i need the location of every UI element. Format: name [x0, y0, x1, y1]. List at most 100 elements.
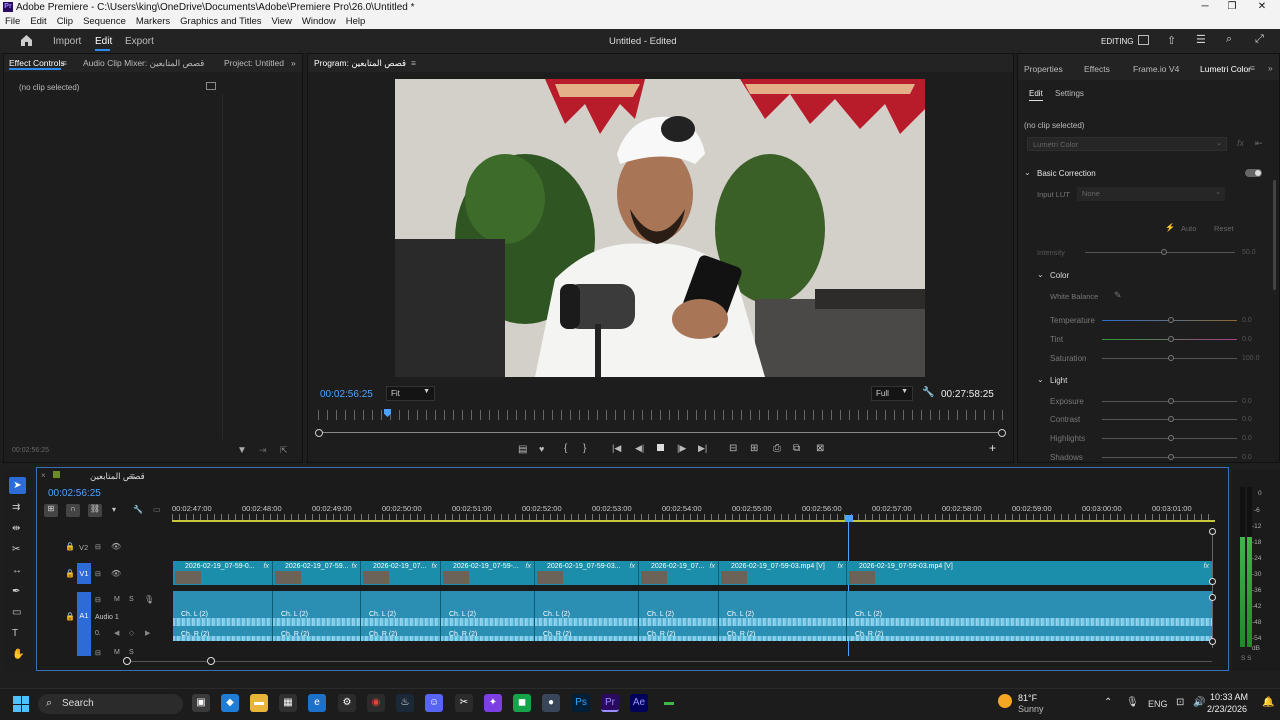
close-button[interactable]: ✕ [1247, 0, 1277, 15]
go-to-in-icon[interactable]: |◀ [612, 443, 621, 454]
menu-markers[interactable]: Markers [131, 15, 175, 29]
steam-icon[interactable]: ♨ [396, 694, 414, 712]
tab-audio-clip-mixer[interactable]: Audio Clip Mixer: قصص المتابعين [83, 58, 204, 69]
contrast-knob[interactable] [1168, 416, 1174, 422]
premiere-taskbar-icon[interactable]: Pr [601, 694, 619, 712]
subtab-settings[interactable]: Settings [1055, 89, 1084, 98]
settings-gear-icon[interactable]: ⚙ [338, 694, 356, 712]
light-section-chevron-icon[interactable]: ⌄ [1037, 375, 1044, 384]
a2-mute[interactable]: M [114, 649, 120, 656]
chrome-icon[interactable]: ◉ [367, 694, 385, 712]
ripple-edit-tool-icon[interactable]: ⇹ [12, 523, 20, 534]
basic-correction-header[interactable]: Basic Correction [1037, 169, 1096, 178]
audio-clip[interactable]: Ch. L (2) Ch. R (2) [361, 591, 441, 641]
highlights-knob[interactable] [1168, 435, 1174, 441]
vertical-scroll-handle[interactable] [1209, 638, 1216, 645]
clock-date[interactable]: 2/23/2026 [1207, 704, 1247, 714]
video-clip[interactable]: 2026-02-19_07-59-03.mp4 [V] fx [719, 561, 847, 585]
search-icon[interactable]: ⌕ [1226, 33, 1232, 46]
chat-app-icon[interactable]: ◼ [513, 694, 531, 712]
mark-out-icon[interactable]: } [583, 443, 586, 454]
workspace-panel-icon[interactable] [1138, 35, 1149, 45]
add-button-icon[interactable]: + [989, 441, 996, 455]
razor-tool-icon[interactable]: ✂ [12, 544, 20, 555]
notification-bell-icon[interactable]: 🔔 [1262, 697, 1274, 708]
timeline-ruler[interactable]: 00:02:47:00 00:02:48:00 00:02:49:00 00:0… [172, 504, 1215, 524]
zoom-handle-left[interactable] [315, 429, 323, 437]
add-marker-icon[interactable]: ♥ [539, 444, 544, 454]
panel-toggle-icon[interactable] [206, 82, 216, 90]
game-app-icon[interactable]: ✦ [484, 694, 502, 712]
video-clip[interactable]: 2026-02-19_07... fx [639, 561, 719, 585]
menu-graphics[interactable]: Graphics and Titles [175, 15, 266, 29]
input-lut-dropdown[interactable]: None ⌄ [1077, 187, 1225, 201]
quality-dropdown[interactable]: Full ▼ [871, 386, 913, 401]
zoom-handle-right[interactable] [998, 429, 1006, 437]
vertical-scroll-handle[interactable] [1209, 528, 1216, 535]
v2-label[interactable]: V2 [79, 543, 88, 552]
type-tool-icon[interactable]: T [12, 628, 18, 639]
menu-sequence[interactable]: Sequence [78, 15, 131, 29]
slip-tool-icon[interactable]: ↔ [12, 565, 22, 576]
fx-icon[interactable]: fx [1237, 138, 1244, 148]
discord-icon[interactable]: ☺ [425, 694, 443, 712]
subtab-edit[interactable]: Edit [1029, 89, 1043, 98]
video-clip[interactable]: 2026-02-19_07... fx [361, 561, 441, 585]
contrast-value[interactable]: 0.0 [1242, 416, 1252, 423]
timeline-settings-icon[interactable]: 🔧 [133, 505, 143, 514]
a1-solo[interactable]: S [129, 596, 134, 603]
fit-dropdown[interactable]: Fit ▼ [386, 386, 435, 401]
photoshop-icon[interactable]: Ps [572, 694, 590, 712]
a2-sync-icon[interactable]: ⊟ [95, 649, 101, 657]
a1-mute[interactable]: M [114, 596, 120, 603]
edit-tab[interactable]: Edit [95, 36, 112, 47]
v1-eye-icon[interactable]: 👁 [111, 569, 121, 578]
a1-volume[interactable]: 0. [95, 630, 101, 637]
lumetri-menu-icon[interactable]: ≡ [1250, 63, 1255, 73]
home-icon[interactable] [20, 34, 33, 47]
video-clip[interactable]: 2026-02-19_07-59... fx [273, 561, 361, 585]
export-frame-icon[interactable]: ⇥ [259, 445, 267, 456]
menu-view[interactable]: View [267, 15, 297, 29]
after-effects-icon[interactable]: Ae [630, 694, 648, 712]
workspace-label[interactable]: EDITING [1101, 37, 1133, 46]
tray-chevron-up-icon[interactable]: ⌃ [1104, 697, 1112, 708]
import-tab[interactable]: Import [53, 36, 81, 47]
insert-icon[interactable]: ⊟ [729, 443, 737, 454]
camera-icon[interactable]: ⎙ [773, 443, 781, 454]
export-tab[interactable]: Export [125, 36, 154, 47]
v2-eye-icon[interactable]: 👁 [111, 542, 121, 551]
menu-edit[interactable]: Edit [25, 15, 51, 29]
program-timecode[interactable]: 00:02:56:25 [320, 389, 373, 400]
snap-icon[interactable]: ∩ [66, 504, 80, 517]
audio-clip[interactable]: Ch. L (2) Ch. R (2) [719, 591, 847, 641]
stop-icon[interactable] [657, 444, 664, 451]
vertical-scroll-handle[interactable] [1209, 578, 1216, 585]
a1-mic-icon[interactable]: 🎙 [144, 595, 154, 604]
hand-tool-icon[interactable]: ✋ [12, 649, 24, 660]
panel-overflow-icon[interactable]: » [1268, 63, 1273, 73]
fullscreen-icon[interactable]: ⤢ [1255, 33, 1264, 46]
rectangle-tool-icon[interactable]: ▭ [12, 607, 21, 618]
temperature-value[interactable]: 0.0 [1242, 317, 1252, 324]
light-section-header[interactable]: Light [1050, 376, 1067, 385]
lumetri-effect-dropdown[interactable]: Lumetri Color ⌄ [1027, 137, 1227, 151]
maximize-button[interactable]: ❐ [1217, 0, 1247, 15]
basic-correction-toggle[interactable] [1245, 169, 1262, 177]
pen-tool-icon[interactable]: ✒ [12, 586, 20, 597]
tab-properties[interactable]: Properties [1024, 64, 1063, 74]
keyframe-add-icon[interactable]: ◇ [129, 629, 134, 637]
notifications-icon[interactable]: ☰ [1196, 33, 1206, 46]
edge-icon[interactable]: e [308, 694, 326, 712]
v1-target[interactable]: V1 [77, 563, 91, 584]
close-sequence-icon[interactable]: × [41, 471, 46, 480]
file-explorer-icon[interactable]: ▬ [250, 694, 268, 712]
reset-effect-icon[interactable]: ⇤ [1255, 138, 1263, 149]
share-icon[interactable]: ⇧ [1167, 34, 1176, 47]
saturation-value[interactable]: 100.0 [1242, 355, 1260, 362]
lumetri-scrollbar[interactable] [1273, 180, 1276, 290]
store-icon[interactable]: ▦ [279, 694, 297, 712]
step-back-icon[interactable]: ◀| [635, 443, 644, 454]
network-icon[interactable]: ⊡ [1176, 697, 1184, 708]
weather-sun-icon[interactable] [998, 694, 1012, 708]
